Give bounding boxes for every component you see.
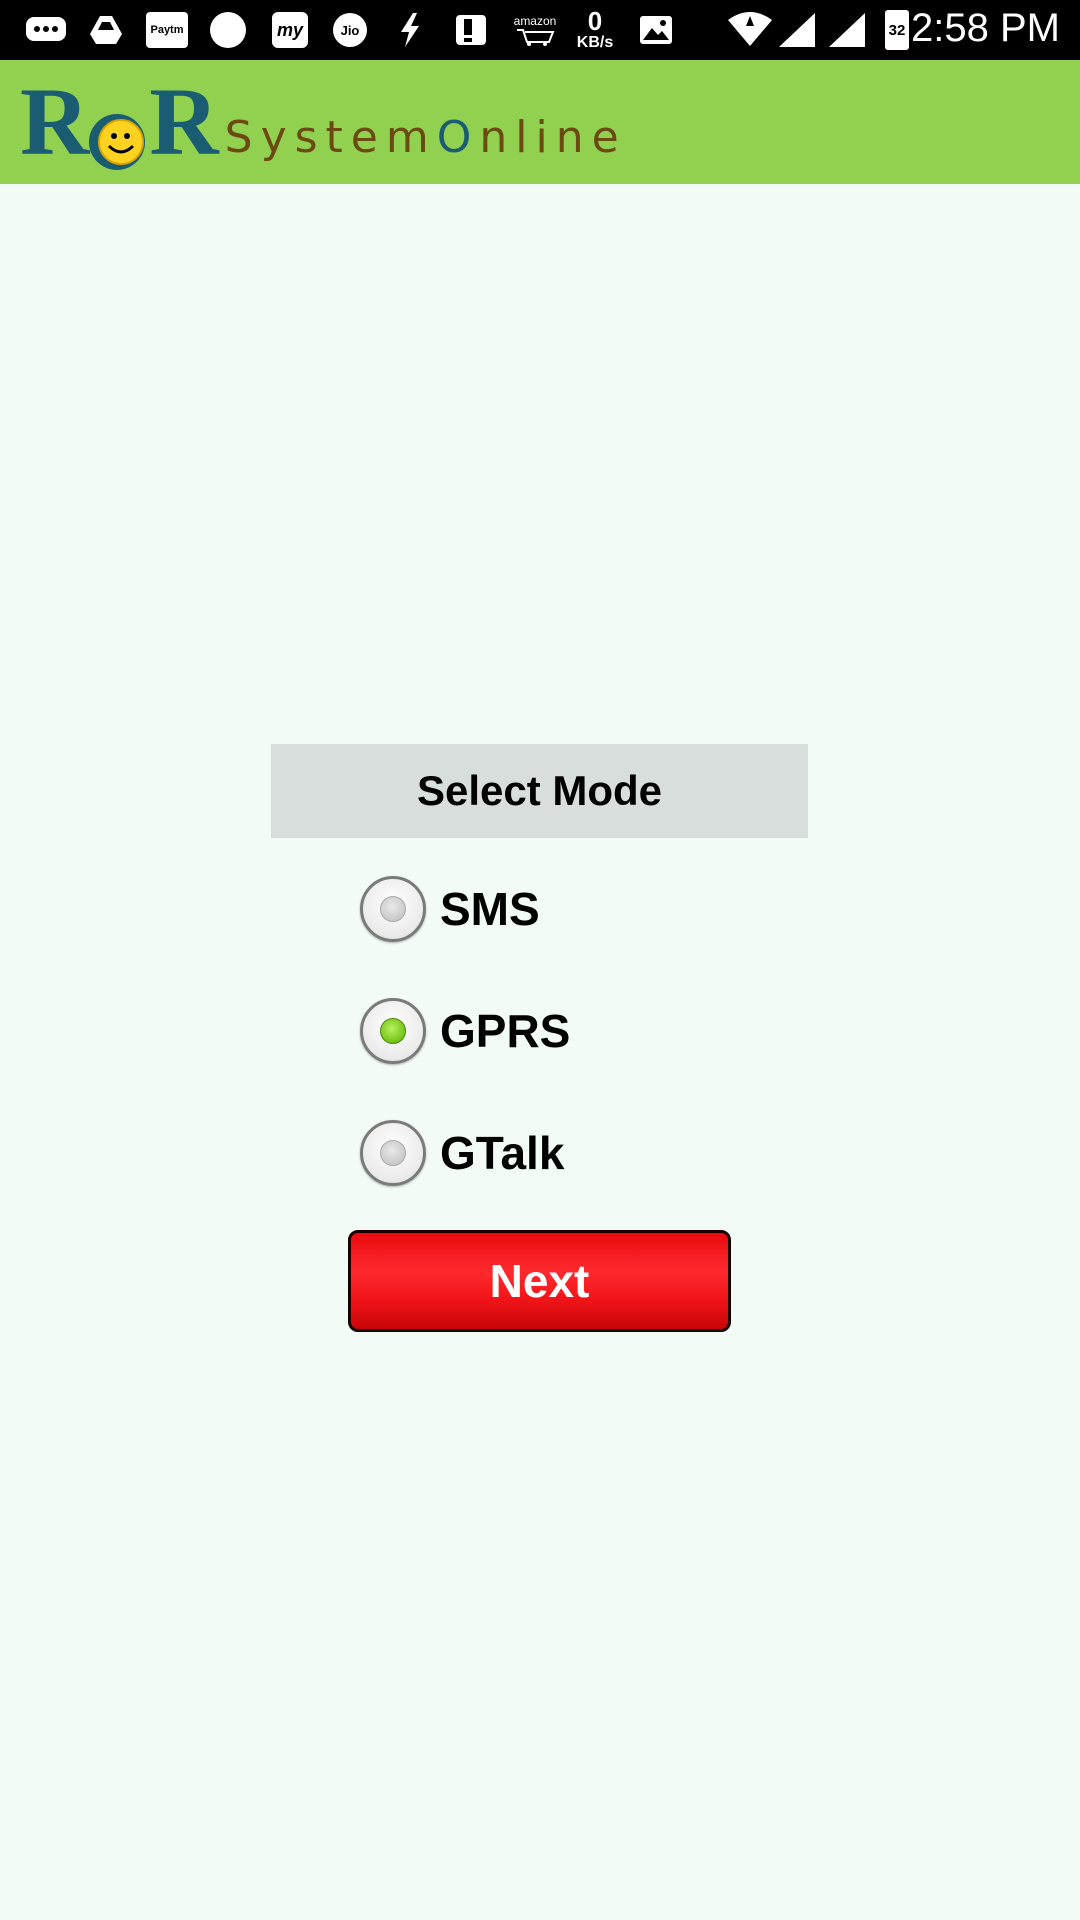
- myjio-icon: my: [270, 10, 310, 50]
- radio-indicator-gtalk: [380, 1140, 406, 1166]
- signal-strength-secondary-icon: [826, 10, 868, 50]
- next-button[interactable]: Next: [348, 1230, 731, 1332]
- radio-indicator-sms: [380, 896, 406, 922]
- smiley-icon: [87, 92, 147, 170]
- jio-label: Jio: [333, 13, 367, 47]
- radio-option-sms[interactable]: SMS: [360, 871, 540, 947]
- amazon-icon: amazon: [510, 10, 560, 50]
- radio-option-gtalk[interactable]: GTalk: [360, 1115, 564, 1191]
- paytm-icon: Paytm: [145, 10, 189, 50]
- logo-tagline-system: System: [224, 111, 437, 163]
- signal-strength-icon: [776, 10, 818, 50]
- radio-button-gprs[interactable]: [360, 998, 426, 1064]
- battery-level: 32: [885, 10, 909, 50]
- app-notification-icon: [452, 10, 490, 50]
- select-mode-title: Select Mode: [271, 744, 808, 838]
- battery-icon: 32: [882, 10, 912, 50]
- status-time: 2:58 PM: [911, 6, 1060, 50]
- logo-tagline-o: O: [436, 111, 480, 163]
- paytm-label: Paytm: [146, 12, 188, 48]
- wifi-icon: [726, 10, 774, 50]
- network-speed-unit: KB/s: [576, 34, 614, 51]
- network-speed-value: 0: [587, 6, 603, 36]
- radio-label-gtalk[interactable]: GTalk: [440, 1126, 564, 1180]
- gallery-icon: [636, 10, 676, 50]
- radio-label-gprs[interactable]: GPRS: [440, 1004, 570, 1058]
- amazon-label: amazon: [513, 14, 557, 28]
- chat-notification-icon: [22, 10, 70, 50]
- app-bar: R R SystemOnline: [0, 60, 1080, 184]
- logo-letter-left: R: [20, 68, 89, 175]
- radio-button-sms[interactable]: [360, 876, 426, 942]
- jio-icon: Jio: [330, 10, 370, 50]
- network-speed: 0 KB/s: [570, 6, 620, 54]
- radio-label-sms[interactable]: SMS: [440, 882, 540, 936]
- radio-button-gtalk[interactable]: [360, 1120, 426, 1186]
- radio-indicator-gprs: [380, 1018, 406, 1044]
- radio-option-gprs[interactable]: GPRS: [360, 993, 570, 1069]
- circle-icon: [208, 10, 248, 50]
- status-bar: Paytm my Jio amazon 0 KB/s 32 2:58 PM: [0, 0, 1080, 60]
- logo-tagline-nline: nline: [479, 111, 627, 163]
- drive-icon: [86, 10, 126, 50]
- myjio-label: my: [272, 12, 308, 48]
- logo-rcr: R R: [20, 68, 219, 175]
- app-logo: R R SystemOnline: [20, 74, 627, 170]
- logo-letter-right: R: [149, 68, 218, 175]
- logo-tagline: SystemOnline: [225, 112, 627, 163]
- flash-icon: [392, 10, 428, 50]
